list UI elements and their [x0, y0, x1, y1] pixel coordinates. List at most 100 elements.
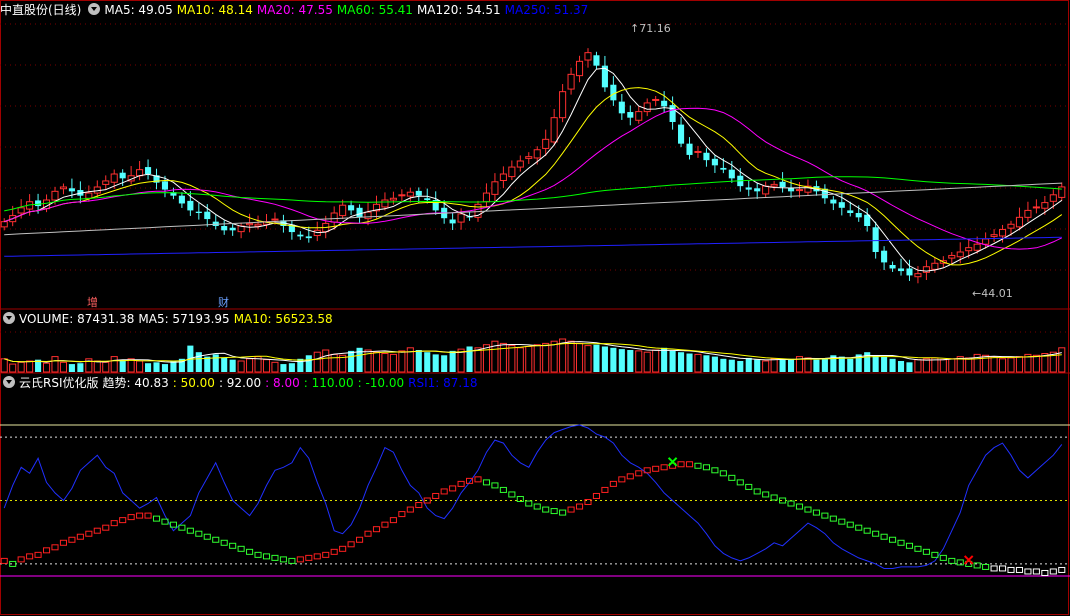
candle-body	[720, 167, 727, 170]
candle-body	[686, 143, 693, 155]
chart-canvas[interactable]	[0, 0, 1070, 616]
candle-body	[906, 268, 913, 276]
volume-bar	[348, 350, 355, 372]
candle-body	[669, 105, 676, 122]
candle-body	[195, 211, 202, 213]
volume-bar	[305, 355, 312, 372]
dropdown-icon[interactable]	[88, 3, 101, 15]
volume-bar	[703, 355, 710, 372]
signal-cross	[667, 457, 678, 467]
trend-box	[795, 503, 804, 510]
trend-box	[990, 565, 998, 572]
candle-body	[770, 183, 778, 187]
candle-body	[0, 221, 8, 228]
candle-body	[457, 213, 465, 223]
trend-box	[279, 556, 287, 563]
trend-box	[85, 530, 93, 537]
trend-box	[220, 539, 228, 546]
trend-box	[1058, 566, 1066, 573]
volume-bar	[610, 347, 617, 372]
candle-body	[567, 73, 575, 90]
candle-body	[728, 169, 735, 179]
volume-bar	[627, 350, 634, 372]
candle-body	[550, 117, 558, 143]
candle-body	[356, 207, 363, 218]
ind-item-3: : 8.00	[265, 376, 300, 390]
trend-box	[982, 563, 990, 570]
volume-bar	[389, 353, 397, 373]
ma-item-5: MA250: 51.37	[504, 3, 589, 17]
trend-box	[838, 518, 846, 525]
volume-bar	[262, 359, 271, 373]
volume-bar	[246, 358, 254, 373]
trend-box	[271, 554, 279, 561]
candle-body	[956, 251, 964, 258]
ma10-line	[4, 87, 1063, 266]
trend-box	[356, 536, 364, 543]
trend-box	[364, 530, 372, 537]
volume-bar	[330, 353, 338, 373]
trend-box	[254, 551, 262, 558]
vol-item-1: MA5: 57193.95	[138, 312, 230, 326]
candle-body	[35, 200, 42, 207]
volume-bar	[550, 340, 558, 373]
trend-box	[677, 461, 685, 468]
candle-body	[559, 91, 567, 119]
candle-body	[694, 150, 702, 153]
candle-body	[1024, 209, 1032, 218]
volume-bar	[424, 352, 431, 372]
ind-item-2: : 92.00	[218, 376, 262, 390]
candle-body	[161, 181, 169, 190]
trend-box	[415, 502, 423, 509]
volume-bar	[770, 358, 778, 373]
candle-body	[618, 101, 625, 114]
trend-box	[93, 527, 101, 534]
candle-body	[59, 186, 67, 190]
candle-body	[525, 156, 533, 159]
candle-body	[229, 227, 236, 231]
trend-box	[999, 565, 1007, 572]
dropdown-icon[interactable]	[3, 312, 15, 324]
volume-bar	[212, 354, 219, 372]
volume-bar	[297, 358, 304, 372]
trend-box	[635, 470, 643, 477]
volume-bar	[669, 350, 676, 372]
candle-body	[965, 247, 973, 252]
volume-bar	[601, 346, 608, 372]
dropdown-icon[interactable]	[3, 376, 15, 388]
trend-box	[829, 515, 837, 522]
volume-bar	[618, 349, 625, 372]
volume-bar	[1032, 354, 1040, 373]
candle-body	[1041, 202, 1049, 209]
candle-body	[847, 210, 854, 213]
volume-bar	[990, 356, 998, 373]
trend-box	[237, 545, 245, 552]
trend-box	[905, 542, 914, 549]
trend-box	[609, 480, 617, 487]
volume-bar	[999, 358, 1007, 373]
trend-box	[347, 541, 355, 548]
trend-box	[372, 526, 381, 533]
volume-bar	[914, 359, 922, 373]
candle-body	[51, 190, 59, 201]
trend-box	[59, 539, 67, 546]
candle-body	[330, 212, 338, 223]
volume-bar	[313, 351, 321, 373]
trend-box	[229, 542, 237, 549]
trend-box	[482, 479, 491, 486]
candle-body	[627, 112, 634, 118]
trend-box	[296, 556, 304, 563]
trend-box	[76, 533, 84, 540]
volume-bar	[542, 342, 550, 373]
volume-bar	[847, 358, 854, 372]
trend-box	[262, 553, 271, 560]
candle-body	[855, 213, 862, 218]
volume-bar	[42, 362, 51, 373]
trend-box	[863, 527, 871, 534]
frame	[0, 0, 1069, 615]
indicator-header: 云氏RSI优化版 趋势: 40.83: 50.00: 92.00: 8.00: 1…	[0, 375, 485, 391]
trend-box	[178, 524, 186, 531]
volume-bar	[897, 361, 905, 372]
volume-ma5-line	[4, 341, 1062, 363]
ma-item-1: MA10: 48.14	[176, 3, 253, 17]
